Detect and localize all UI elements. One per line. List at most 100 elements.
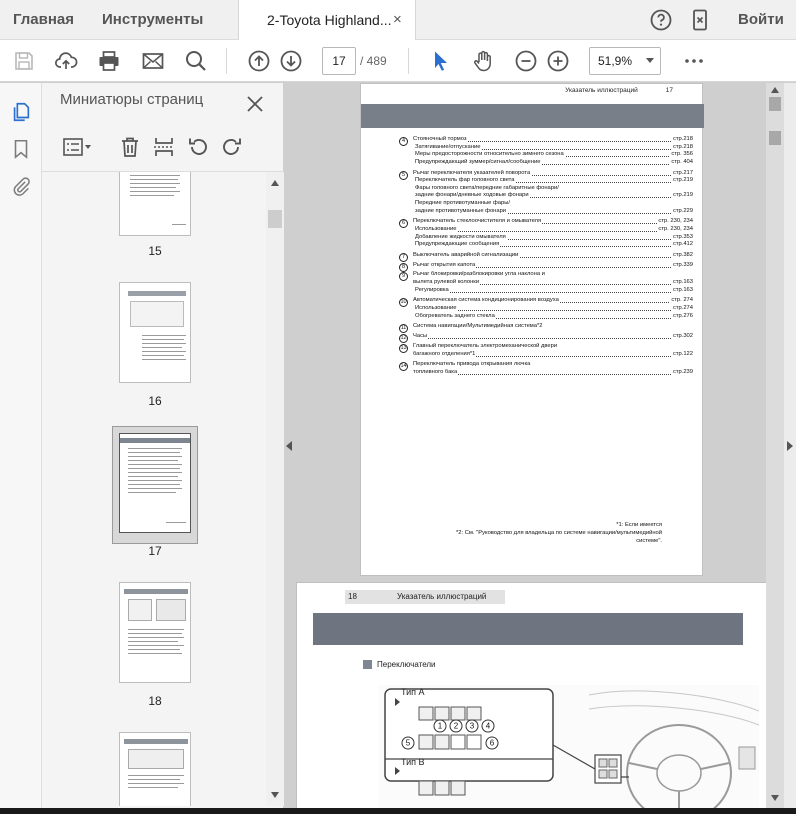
entry-page-ref[interactable]: стр. 230, 234 [657, 218, 693, 226]
thumbnail-options-icon[interactable] [62, 135, 94, 159]
entry-line: Фары головного света/передние габаритные… [413, 184, 693, 193]
select-cursor-icon[interactable] [429, 49, 453, 73]
entry-page-ref[interactable]: стр. 356 [670, 151, 693, 159]
attachment-icon[interactable] [10, 175, 32, 197]
entry-text: задние фонари/дневные ходовые фонари [413, 192, 530, 199]
entry-page-ref[interactable]: стр. 230, 234 [657, 225, 693, 234]
entry-page-ref[interactable]: стр.276 [671, 312, 693, 321]
search-icon[interactable] [184, 49, 208, 73]
entry-page-ref[interactable]: стр.229 [671, 207, 693, 216]
entry-line: Обогреватель заднего стекла стр.276 [413, 312, 693, 321]
entry-page-ref[interactable]: стр.274 [671, 305, 693, 313]
entry-line: топливного бака стр.239 [413, 368, 693, 377]
help-icon[interactable] [649, 8, 673, 32]
entry-page-ref[interactable]: стр.412 [671, 241, 693, 249]
entry-text: Переключатель фар головного света [413, 177, 516, 184]
entry-text: Переключатель привода открывания лючка [413, 361, 532, 368]
collapse-left-icon[interactable] [286, 441, 292, 451]
entry-page-ref[interactable]: стр. 404 [670, 158, 693, 167]
entry-text: Предупреждающие сообщения [413, 241, 501, 248]
toolbar-divider [408, 48, 409, 74]
entry-page-ref[interactable]: стр.218 [671, 136, 693, 144]
email-icon[interactable] [141, 49, 165, 73]
entry-line: Использование стр. 230, 234 [413, 225, 693, 234]
switches-illustration: 1 2 3 4 5 6 [379, 685, 759, 814]
thumbnail-scrollbar[interactable] [266, 172, 284, 806]
entry-page-ref[interactable]: стр.219 [671, 177, 693, 185]
entry-number-badge: 13 [399, 343, 408, 353]
zoom-in-icon[interactable] [546, 49, 570, 73]
tab-tools[interactable]: Инструменты [102, 0, 203, 40]
close-tab-icon[interactable]: × [393, 0, 402, 40]
previous-page-icon[interactable] [247, 49, 271, 73]
cloud-upload-icon[interactable] [54, 49, 78, 73]
login-button[interactable]: Войти [738, 0, 784, 40]
tab-document[interactable]: 2-Toyota Highland... × [238, 0, 416, 41]
entry-text: Часы [413, 333, 429, 340]
index-entry: 14 Переключатель привода открывания лючка… [399, 361, 699, 377]
chevron-down-icon [646, 58, 654, 63]
callout-5: 5 [406, 739, 411, 748]
page-thumbnail-19[interactable] [119, 732, 191, 806]
entry-page-ref[interactable]: стр.122 [671, 350, 693, 359]
page-thumbnail-17[interactable] [119, 433, 191, 533]
page-thumbnail-16[interactable] [119, 282, 191, 383]
entry-text: топливного бака [413, 368, 459, 375]
entry-text: Затягивание/отпускание [413, 143, 482, 150]
entry-line: Автоматическая система кондиционирования… [413, 297, 693, 305]
entry-page-ref[interactable]: стр.239 [671, 368, 693, 377]
delete-page-icon[interactable] [118, 135, 142, 159]
zoom-out-icon[interactable] [514, 49, 538, 73]
entry-text: Переключатель стеклоочистителя и омывате… [413, 218, 543, 225]
zoom-level-dropdown[interactable]: 51,9% [589, 47, 661, 75]
entry-page-ref[interactable]: стр.218 [671, 143, 693, 152]
extract-pages-icon[interactable] [152, 135, 176, 159]
mobile-device-icon[interactable] [688, 8, 712, 32]
type-b-label: Тип B [401, 757, 425, 767]
entry-page-ref[interactable]: стр.163 [671, 279, 693, 287]
page-number-input[interactable]: 17 [322, 47, 356, 75]
callout-1: 1 [438, 722, 443, 731]
print-icon[interactable] [97, 49, 121, 73]
thumbnail-list: 15 16 17 18 [42, 172, 266, 806]
page-header-number: 18 [348, 592, 357, 601]
scroll-up-icon[interactable] [271, 180, 279, 186]
footnote-2: *2: См. "Руководство для владельца по си… [456, 530, 662, 536]
page-thumbnails-icon[interactable] [10, 101, 32, 123]
save-icon[interactable] [12, 49, 36, 73]
bookmark-icon[interactable] [10, 138, 32, 160]
document-scrollbar[interactable] [766, 83, 784, 814]
scrollbar-thumb[interactable] [769, 97, 781, 111]
scroll-up-icon[interactable] [771, 87, 779, 93]
scroll-down-icon[interactable] [271, 792, 279, 798]
index-entry: 4 Стояночный тормоз стр.218 Затягивание/отп… [399, 136, 699, 167]
entry-page-ref[interactable]: стр. 274 [670, 297, 693, 305]
entry-page-ref[interactable]: стр.219 [671, 192, 693, 200]
page-thumbnail-15[interactable] [119, 172, 191, 236]
tab-home[interactable]: Главная [13, 0, 74, 40]
rotate-clockwise-icon[interactable] [220, 135, 244, 159]
entry-page-ref[interactable]: стр.163 [671, 286, 693, 295]
page-header-number: 17 [665, 87, 673, 94]
left-navigation-rail [0, 83, 42, 814]
index-entry: 11 Система навигации/Мультимедийная систе… [399, 323, 699, 334]
scroll-down-icon[interactable] [771, 795, 779, 801]
hand-tool-icon[interactable] [471, 49, 495, 73]
entry-number-badge: 5 [399, 170, 408, 180]
entry-line: Система навигации/Мультимедийная система… [413, 323, 693, 331]
rotate-counterclockwise-icon[interactable] [186, 135, 210, 159]
entry-page-ref[interactable]: стр.217 [671, 169, 693, 178]
entry-page-ref[interactable]: стр.353 [671, 233, 693, 242]
expand-right-pane-icon[interactable] [787, 441, 793, 451]
entry-line: Использование стр.274 [413, 305, 693, 313]
scrollbar-thumb[interactable] [268, 210, 282, 228]
entry-page-ref[interactable]: стр.302 [671, 333, 693, 341]
more-options-icon[interactable] [682, 49, 706, 73]
document-view[interactable]: Указатель иллюстраций 17 4 Стояночный торм… [284, 83, 796, 814]
entry-page-ref[interactable]: стр.382 [671, 251, 693, 260]
entry-number-badge: 8 [399, 262, 408, 272]
page-thumbnail-18[interactable] [119, 582, 191, 683]
close-panel-icon[interactable] [246, 95, 264, 113]
next-page-icon[interactable] [279, 49, 303, 73]
entry-page-ref[interactable]: стр.339 [671, 261, 693, 270]
